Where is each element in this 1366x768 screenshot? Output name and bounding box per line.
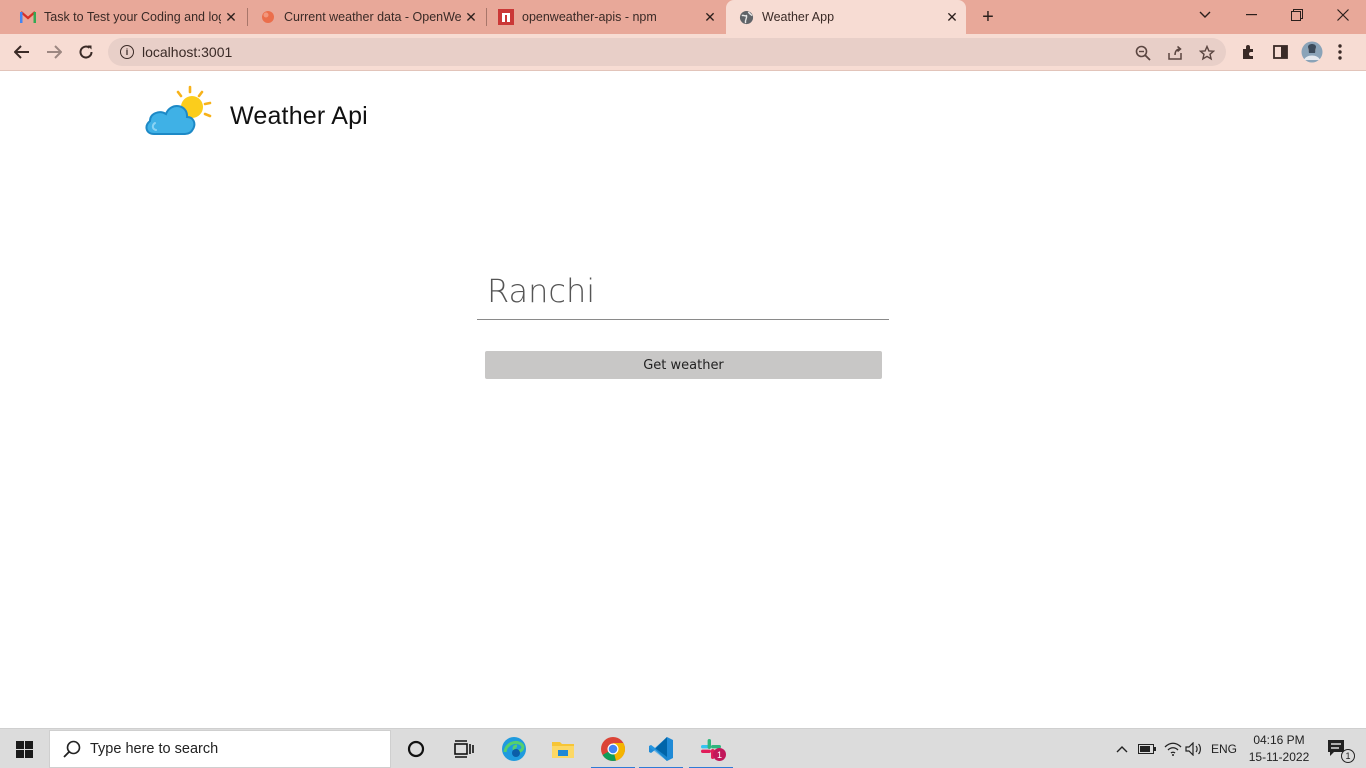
tab-strip: Task to Test your Coding and log ✕ Curre…	[0, 0, 1366, 34]
notification-center-icon[interactable]: 1	[1318, 729, 1358, 768]
close-tab-icon[interactable]: ✕	[700, 7, 720, 27]
close-tab-icon[interactable]: ✕	[221, 7, 241, 27]
close-tab-icon[interactable]: ✕	[942, 7, 962, 27]
slack-badge: 1	[713, 748, 726, 761]
reload-icon[interactable]	[73, 39, 99, 65]
tab-gmail[interactable]: Task to Test your Coding and log ✕	[0, 0, 245, 34]
search-placeholder: Type here to search	[90, 741, 219, 757]
new-tab-button[interactable]: +	[976, 5, 1000, 29]
browser-toolbar: i localhost:3001	[0, 34, 1366, 71]
get-weather-button[interactable]: Get weather	[485, 351, 882, 379]
tab-title: Current weather data - OpenWea	[284, 10, 461, 24]
restore-icon[interactable]	[1274, 0, 1320, 30]
openweather-icon	[260, 9, 276, 25]
city-input[interactable]	[477, 262, 889, 319]
zoom-icon[interactable]	[1134, 44, 1152, 62]
taskbar-search-box[interactable]: Type here to search	[49, 730, 391, 768]
wifi-icon[interactable]	[1162, 729, 1184, 768]
show-hidden-icons-icon[interactable]	[1112, 729, 1132, 768]
battery-icon[interactable]	[1136, 729, 1158, 768]
tab-weather-app[interactable]: Weather App ✕	[726, 0, 966, 34]
page-title: Weather Api	[230, 102, 368, 130]
side-panel-icon[interactable]	[1267, 39, 1293, 65]
weather-logo-icon	[144, 84, 218, 138]
clock-date: 15-11-2022	[1248, 750, 1310, 764]
task-view-icon[interactable]	[440, 729, 488, 768]
gmail-icon	[20, 9, 36, 25]
tab-npm[interactable]: openweather-apis - npm ✕	[478, 0, 724, 34]
site-info-icon[interactable]: i	[120, 45, 134, 59]
extensions-icon[interactable]	[1235, 39, 1261, 65]
vscode-icon[interactable]	[637, 729, 685, 768]
back-icon[interactable]	[9, 39, 35, 65]
language-indicator[interactable]: ENG	[1206, 729, 1242, 768]
npm-icon	[498, 9, 514, 25]
tab-openweather[interactable]: Current weather data - OpenWea ✕	[240, 0, 485, 34]
volume-icon[interactable]	[1184, 729, 1204, 768]
tab-title: openweather-apis - npm	[522, 10, 657, 24]
edge-icon[interactable]	[490, 729, 538, 768]
taskbar: Type here to search 1 ENG 04:16 PM 15-11…	[0, 728, 1366, 768]
clock-time: 04:16 PM	[1253, 733, 1305, 747]
windows-start-icon[interactable]	[0, 729, 48, 768]
tab-search-icon[interactable]	[1182, 0, 1228, 30]
notification-count-badge: 1	[1341, 749, 1355, 763]
tab-title: Weather App	[762, 10, 835, 24]
cortana-icon[interactable]	[392, 729, 440, 768]
tab-title: Task to Test your Coding and log	[44, 10, 221, 24]
bookmark-star-icon[interactable]	[1198, 44, 1216, 62]
system-clock[interactable]: 04:16 PM 15-11-2022	[1242, 732, 1316, 766]
close-window-icon[interactable]	[1320, 0, 1366, 30]
address-bar[interactable]: i localhost:3001	[108, 38, 1226, 66]
browser-menu-icon[interactable]	[1327, 39, 1353, 65]
minimize-icon[interactable]	[1228, 0, 1274, 30]
chrome-icon[interactable]	[589, 729, 637, 768]
city-field	[477, 262, 889, 320]
profile-avatar[interactable]	[1299, 39, 1325, 65]
globe-icon	[738, 9, 754, 25]
file-explorer-icon[interactable]	[539, 729, 587, 768]
forward-icon[interactable]	[41, 39, 67, 65]
share-icon[interactable]	[1166, 44, 1184, 62]
search-icon	[62, 739, 82, 759]
address-url: localhost:3001	[142, 44, 233, 60]
slack-icon[interactable]: 1	[687, 729, 735, 768]
